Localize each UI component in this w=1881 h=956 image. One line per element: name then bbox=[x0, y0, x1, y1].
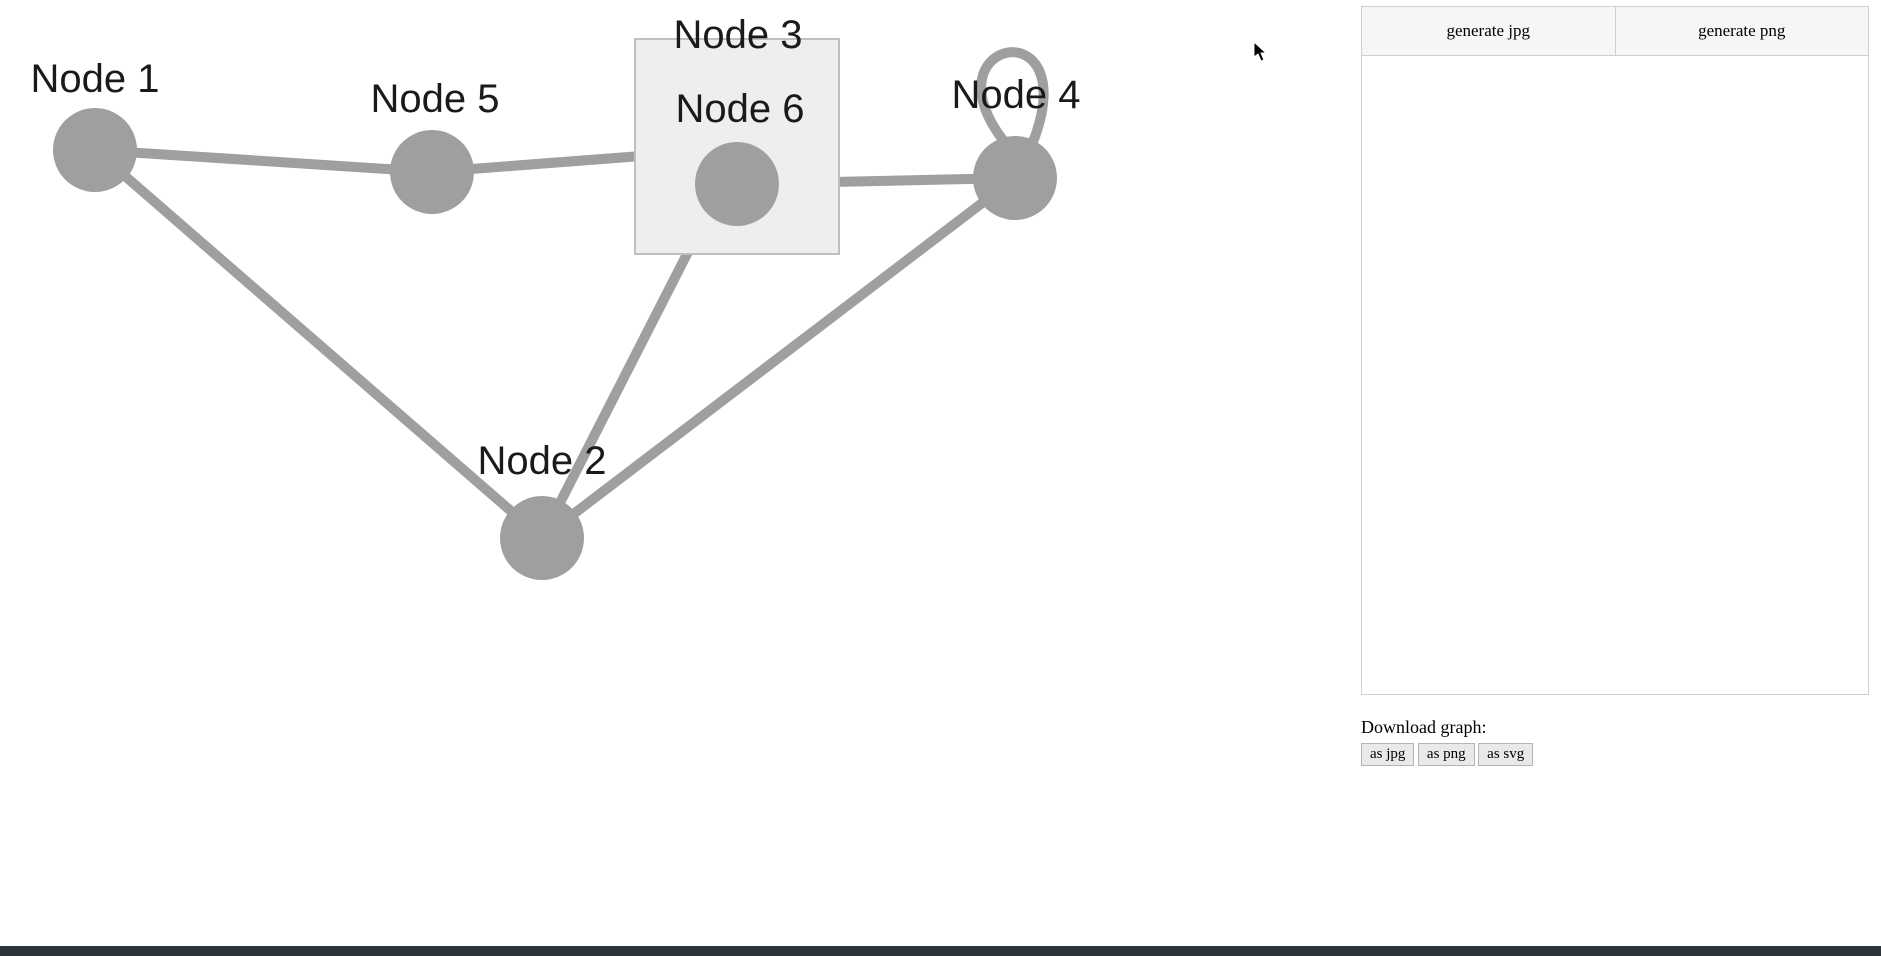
download-buttons: as jpg as png as svg bbox=[1361, 742, 1869, 766]
download-svg-button[interactable]: as svg bbox=[1478, 743, 1533, 766]
footer-bar bbox=[0, 946, 1881, 956]
tab-generate-jpg[interactable]: generate jpg bbox=[1362, 7, 1616, 55]
download-jpg-button[interactable]: as jpg bbox=[1361, 743, 1414, 766]
download-png-button[interactable]: as png bbox=[1418, 743, 1475, 766]
graph-svg[interactable]: Node 1 Node 5 Node 3 Node 6 Node 4 Node 2 bbox=[0, 0, 1360, 770]
node-n2[interactable] bbox=[500, 496, 584, 580]
node-label-n5: Node 5 bbox=[371, 77, 500, 121]
output-box[interactable] bbox=[1361, 55, 1869, 695]
download-section: Download graph: as jpg as png as svg bbox=[1361, 717, 1869, 766]
tab-generate-png[interactable]: generate png bbox=[1616, 7, 1869, 55]
node-label-n2: Node 2 bbox=[478, 439, 607, 483]
node-label-n3: Node 3 bbox=[674, 13, 803, 57]
nodes-layer bbox=[53, 39, 1057, 580]
edge-n3-n2[interactable] bbox=[542, 254, 687, 538]
node-label-n6: Node 6 bbox=[676, 87, 805, 131]
side-panel: generate jpg generate png Download graph… bbox=[1361, 0, 1881, 956]
app-root: Node 1 Node 5 Node 3 Node 6 Node 4 Node 2 gen… bbox=[0, 0, 1881, 956]
graph-canvas[interactable]: Node 1 Node 5 Node 3 Node 6 Node 4 Node 2 bbox=[0, 0, 1361, 956]
node-n6[interactable] bbox=[695, 142, 779, 226]
edge-n1-n5[interactable] bbox=[95, 150, 432, 172]
node-label-n4: Node 4 bbox=[952, 73, 1081, 117]
node-label-n1: Node 1 bbox=[31, 57, 160, 101]
node-n5[interactable] bbox=[390, 130, 474, 214]
tab-row: generate jpg generate png bbox=[1361, 6, 1869, 55]
node-n4[interactable] bbox=[973, 136, 1057, 220]
download-label: Download graph: bbox=[1361, 717, 1869, 738]
edge-n1-n2[interactable] bbox=[95, 150, 542, 538]
node-n1[interactable] bbox=[53, 108, 137, 192]
